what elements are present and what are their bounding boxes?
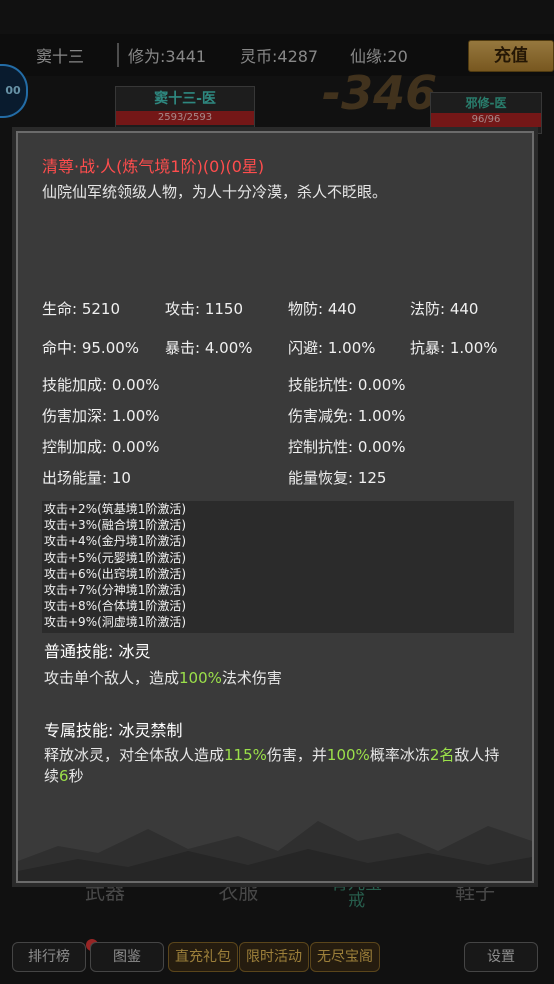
activation-bonus-list[interactable]: 攻击+2%(筑基境1阶激活) 攻击+3%(融合境1阶激活) 攻击+4%(金丹境1… [42,501,514,633]
stat-attack: 攻击1150 [165,298,243,319]
list-item: 攻击+3%(融合境1阶激活) [44,518,187,533]
character-description: 仙院仙军统领级人物，为人十分冷漠，杀人不眨眼。 [42,183,388,201]
list-item: 攻击+2%(筑基境1阶激活) [44,502,187,516]
normal-skill-title: 普通技能: 冰灵 [44,642,151,661]
list-item: 攻击+8%(合体境1阶激活) [44,599,187,614]
stat-hit: 命中95.00% [42,337,139,358]
stat-magic-def: 法防440 [410,298,478,319]
mountain-decoration [18,821,532,881]
stat-phys-def: 物防440 [288,298,356,319]
stat-entry-energy: 出场能量10 [42,467,131,488]
stat-control-bonus: 控制加成0.00% [42,436,160,457]
stat-skill-bonus: 技能加成0.00% [42,374,160,395]
character-title: 清尊·战·人(炼气境1阶)(0)(0星) [42,157,265,176]
stat-control-resist: 控制抗性0.00% [288,436,406,457]
stat-skill-resist: 技能抗性0.00% [288,374,406,395]
stat-damage-deepen: 伤害加深1.00% [42,405,160,426]
list-item: 攻击+4%(金丹境1阶激活) [44,534,187,549]
stat-damage-reduce: 伤害减免1.00% [288,405,406,426]
list-item: 攻击+6%(出窍境1阶激活) [44,566,187,581]
exclusive-skill-description: 释放冰灵，对全体敌人造成115%伤害，并100%概率冰冻2名敌人持续6秒 [44,746,500,785]
normal-skill-description: 攻击单个敌人，造成100%法术伤害 [44,669,282,687]
stat-hp: 生命5210 [42,298,120,319]
list-item: 攻击+7%(分神境1阶激活) [44,583,187,598]
stat-dodge: 闪避1.00% [288,337,376,358]
exclusive-skill-title: 专属技能: 冰灵禁制 [44,721,183,740]
stat-crit: 暴击4.00% [165,337,253,358]
list-item: 攻击+5%(元婴境1阶激活) [44,550,187,565]
character-detail-panel: 清尊·战·人(炼气境1阶)(0)(0星) 仙院仙军统领级人物，为人十分冷漠，杀人… [16,131,534,883]
list-item: 攻击+9%(洞虚境1阶激活) [44,615,187,630]
stat-energy-regen: 能量恢复125 [288,467,386,488]
stat-crit-resist: 抗暴1.00% [410,337,498,358]
